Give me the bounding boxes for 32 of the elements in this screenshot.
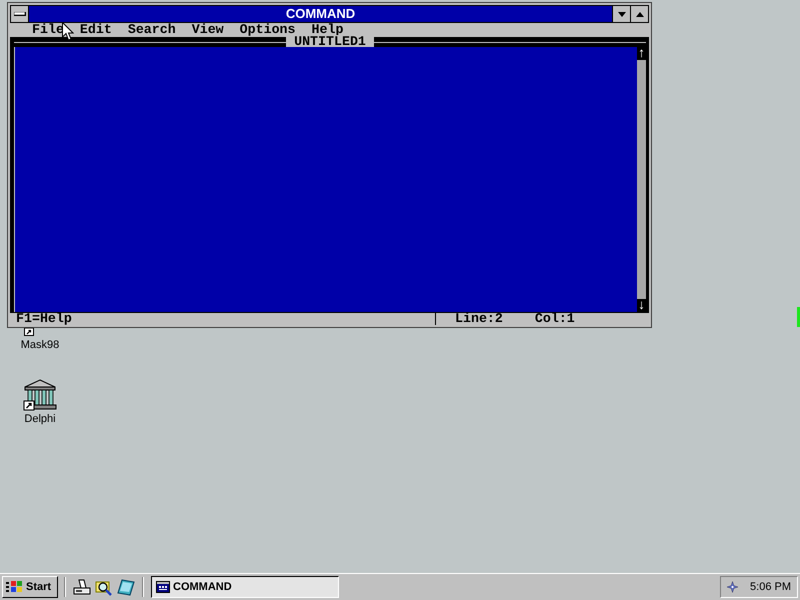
sparkle-icon[interactable] [727, 579, 738, 595]
temple-icon [23, 379, 57, 411]
maximize-icon [636, 12, 644, 16]
minimize-icon [618, 12, 626, 16]
icon-label[interactable]: Mask98 [20, 339, 60, 352]
menu-item[interactable]: Edit [80, 23, 112, 37]
help-hint: F1=Help [16, 312, 72, 326]
menu-item[interactable]: Search [128, 23, 176, 37]
maximize-button[interactable] [630, 6, 648, 22]
control-menu-button[interactable] [11, 6, 29, 22]
line-indicator: Line:2 [455, 312, 503, 326]
menu-item[interactable]: File [32, 23, 64, 37]
task-button[interactable]: COMMAND [151, 576, 339, 598]
scroll-down-button[interactable]: ↓ [637, 298, 646, 312]
magnifier-folder-icon[interactable] [95, 578, 113, 596]
icon-label[interactable]: Delphi [24, 413, 56, 426]
menu-item[interactable]: Help [312, 23, 344, 37]
windows-logo-icon [6, 580, 23, 594]
shortcut-arrow-icon [24, 328, 34, 336]
menu-item[interactable]: View [192, 23, 224, 37]
edge-marker-icon [797, 307, 800, 327]
menu-item[interactable]: Options [240, 23, 296, 37]
scanner-icon[interactable] [73, 578, 91, 596]
notebook-icon[interactable] [117, 578, 135, 596]
minimize-button[interactable] [612, 6, 630, 22]
window-title: COMMAND [284, 6, 356, 22]
column-indicator: Col:1 [534, 312, 575, 326]
dos-window-icon [156, 581, 170, 593]
menu-bar-icon [14, 12, 26, 16]
scroll-up-button[interactable]: ↑ [637, 47, 646, 60]
start-button[interactable]: Start [2, 576, 58, 598]
clock: 5:06 PM [750, 582, 791, 592]
